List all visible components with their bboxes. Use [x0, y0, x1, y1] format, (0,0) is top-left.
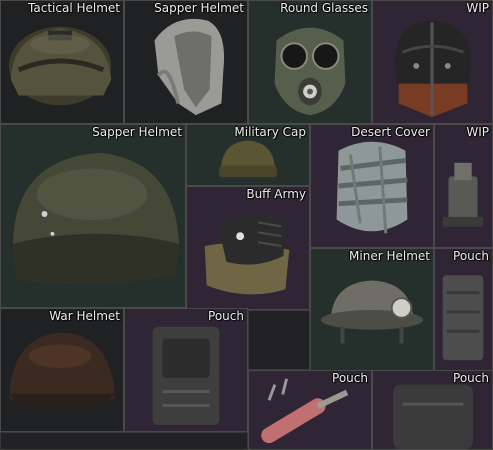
- miner-helmet-icon: [320, 280, 424, 344]
- desert-cover-icon: [336, 141, 408, 234]
- item-label: Pouch: [332, 371, 368, 385]
- item-label: Sapper Helmet: [154, 1, 244, 15]
- inventory-slot-miner-helmet[interactable]: Miner Helmet: [310, 248, 434, 372]
- inventory-slot-sapper-hood[interactable]: Sapper Helmet: [124, 0, 248, 124]
- inventory-slot-desert-cover[interactable]: Desert Cover: [310, 124, 434, 248]
- inventory-slot-pouch[interactable]: Pouch: [434, 248, 493, 372]
- item-label: WIP: [466, 1, 489, 15]
- inventory-slot-pouch[interactable]: Pouch: [248, 370, 372, 450]
- tactical-helmet-icon: [8, 26, 112, 106]
- item-label: Sapper Helmet: [92, 125, 182, 139]
- inventory-slot-pouch[interactable]: Pouch: [124, 308, 248, 432]
- sapper-hood-icon: [154, 18, 225, 116]
- empty-slot: [248, 310, 310, 370]
- item-label: Pouch: [208, 309, 244, 323]
- war-helmet-icon: [8, 332, 116, 406]
- sapper-helmet-icon: [12, 152, 180, 285]
- item-label: War Helmet: [49, 309, 120, 323]
- inventory-grid: Tactical Helmet Sapper Helmet Round Glas…: [0, 0, 493, 450]
- inventory-slot-wip-helmet[interactable]: WIP: [372, 0, 493, 124]
- inventory-slot-round-glasses[interactable]: Round Glasses: [248, 0, 372, 124]
- item-label: Tactical Helmet: [28, 1, 120, 15]
- pouch-icon: [152, 326, 220, 426]
- item-label: Desert Cover: [351, 125, 430, 139]
- inventory-slot-wip-item[interactable]: WIP: [434, 124, 493, 248]
- inventory-slot-buff-army[interactable]: Buff Army: [186, 186, 310, 310]
- item-label: WIP: [466, 125, 489, 139]
- item-label: Military Cap: [234, 125, 306, 139]
- empty-slot: [0, 432, 248, 450]
- buff-mask-icon: [204, 214, 290, 295]
- pouch-icon: [442, 275, 484, 361]
- item-label: Miner Helmet: [349, 249, 430, 263]
- inventory-slot-sapper-helmet[interactable]: Sapper Helmet: [0, 124, 186, 308]
- inventory-slot-war-helmet[interactable]: War Helmet: [0, 308, 124, 432]
- item-label: Buff Army: [246, 187, 306, 201]
- item-label: Pouch: [453, 249, 489, 263]
- wip-helmet-icon: [394, 20, 472, 118]
- inventory-slot-military-cap[interactable]: Military Cap: [186, 124, 310, 186]
- inventory-slot-pouch[interactable]: Pouch: [372, 370, 493, 450]
- inventory-slot-tactical-helmet[interactable]: Tactical Helmet: [0, 0, 124, 124]
- wip-item-icon: [442, 162, 484, 227]
- gas-mask-icon: [274, 27, 346, 116]
- item-label: Round Glasses: [280, 1, 368, 15]
- item-label: Pouch: [453, 371, 489, 385]
